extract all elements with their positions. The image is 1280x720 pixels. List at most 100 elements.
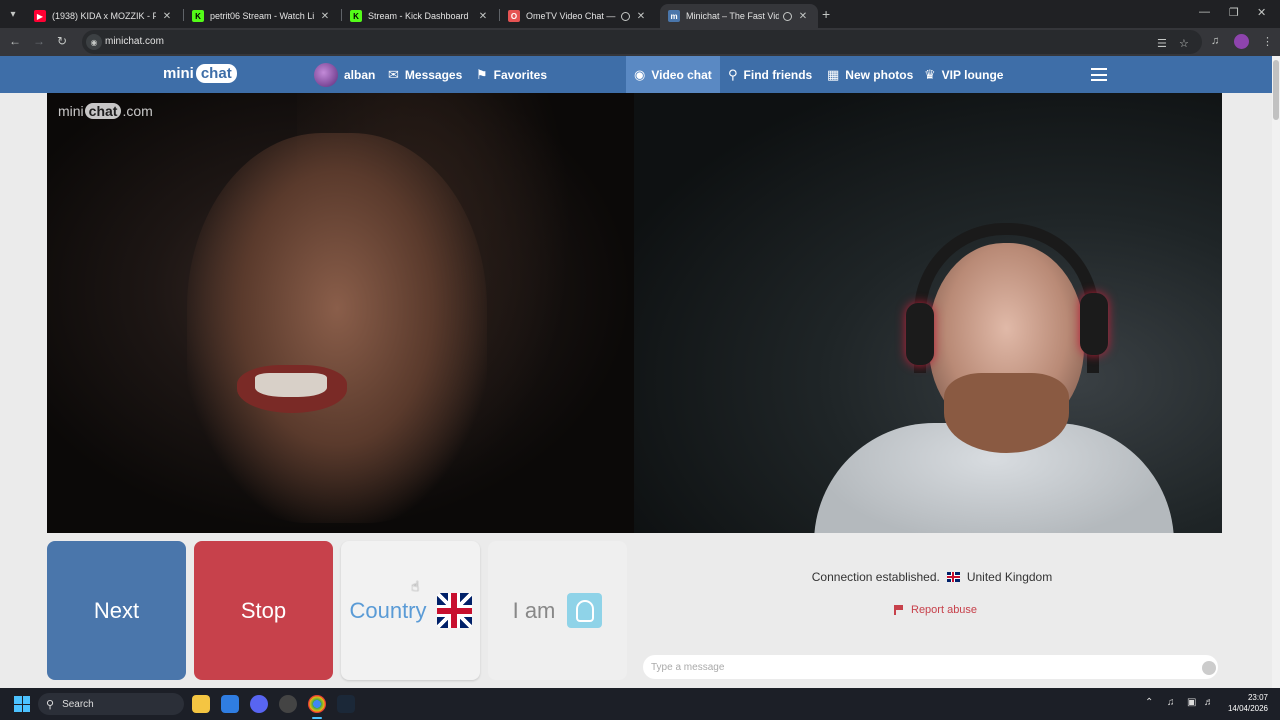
system-clock[interactable]: 23:07 14/04/2026	[1222, 692, 1268, 714]
bookmark-star-icon[interactable]: ☆	[1179, 37, 1189, 50]
country-button[interactable]: Country	[341, 541, 480, 680]
message-input[interactable]	[643, 655, 1218, 679]
menu-dots-icon[interactable]: ⋮	[1262, 35, 1273, 48]
ometv-icon: O	[508, 10, 520, 22]
browser-tab[interactable]: K petrit06 Stream - Watch Live on ✕	[184, 4, 340, 28]
report-abuse-link[interactable]: Report abuse	[894, 604, 977, 616]
steam-icon[interactable]	[337, 695, 355, 713]
close-icon[interactable]: ✕	[318, 11, 332, 22]
logo-text: mini	[163, 65, 194, 82]
volume-icon[interactable]: ♬	[1204, 697, 1214, 708]
partner-video: mini chat .com	[47, 93, 634, 533]
scrollbar-thumb[interactable]	[1273, 60, 1279, 120]
microphone-icon[interactable]: ♫	[1167, 697, 1175, 708]
nav-label: Find friends	[743, 67, 813, 82]
close-icon[interactable]: ✕	[634, 11, 648, 22]
next-button[interactable]: Next	[47, 541, 186, 680]
headset-ear-left	[906, 303, 934, 365]
uk-flag-icon	[946, 572, 960, 582]
forward-icon[interactable]: →	[33, 34, 45, 48]
recording-icon	[621, 11, 630, 21]
envelope-icon: ✉	[388, 66, 399, 82]
minimize-icon[interactable]: —	[1199, 6, 1210, 18]
person-icon	[567, 593, 603, 628]
clock-time: 23:07	[1247, 693, 1268, 702]
search-label: Search	[62, 698, 94, 710]
chrome-icon[interactable]	[308, 695, 326, 719]
nav-favorites[interactable]: ⚑ Favorites	[476, 56, 547, 93]
kick-icon: K	[192, 10, 204, 22]
browser-tab[interactable]: K Stream - Kick Dashboard ✕	[342, 4, 498, 28]
tab-title: OmeTV Video Chat — Ome	[526, 11, 617, 21]
translate-icon[interactable]: ☰	[1157, 37, 1167, 50]
nav-label: New photos	[845, 67, 914, 82]
mouse-cursor-icon: ☝	[411, 578, 420, 594]
self-person	[814, 223, 1174, 533]
network-icon[interactable]: ▣	[1187, 697, 1196, 708]
browser-tab[interactable]: O OmeTV Video Chat — Ome ✕	[500, 4, 656, 28]
minichat-page: mini chat alban ✉ Messages ⚑ Favorites ◉…	[0, 56, 1272, 688]
site-header: mini chat alban ✉ Messages ⚑ Favorites ◉…	[0, 56, 1272, 93]
nav-messages[interactable]: ✉ Messages	[388, 56, 462, 93]
partner-face	[187, 133, 487, 523]
restore-icon[interactable]: ❐	[1229, 6, 1239, 19]
profile-avatar[interactable]	[1234, 34, 1249, 49]
new-tab-icon[interactable]: +	[822, 6, 830, 22]
windows-start-icon[interactable]	[14, 696, 30, 712]
report-label: Report abuse	[911, 604, 978, 616]
tab-search-icon[interactable]: ▾	[4, 5, 22, 23]
tab-title: Stream - Kick Dashboard	[368, 11, 469, 21]
watermark-text: mini	[58, 103, 84, 119]
site-info-icon[interactable]: ◉	[86, 34, 102, 50]
gender-label: I am	[512, 597, 556, 623]
hamburger-menu-icon[interactable]	[1091, 68, 1107, 81]
close-icon[interactable]: ✕	[160, 11, 174, 22]
avatar	[314, 62, 338, 87]
store-icon[interactable]	[221, 695, 239, 713]
chat-panel: Connection established. United Kingdom R…	[634, 533, 1222, 688]
search-icon: ⚲	[46, 698, 55, 711]
media-control-icon[interactable]: ♫	[1211, 35, 1219, 47]
user-profile-link[interactable]: alban	[314, 56, 375, 93]
nav-find-friends[interactable]: ⚲ Find friends	[728, 56, 812, 93]
emoji-icon[interactable]	[1202, 661, 1216, 675]
partner-country: United Kingdom	[966, 570, 1053, 584]
nav-vip-lounge[interactable]: ♛ VIP lounge	[924, 56, 1003, 93]
nav-label: Messages	[404, 67, 463, 82]
tab-title: (1938) KIDA x MOZZIK - PP - Yo	[52, 11, 156, 21]
next-label: Next	[93, 597, 140, 623]
page-scrollbar[interactable]	[1272, 56, 1280, 688]
tray-chevron-icon[interactable]: ⌃	[1145, 697, 1153, 708]
browser-tab[interactable]: ▶ (1938) KIDA x MOZZIK - PP - Yo ✕	[26, 4, 182, 28]
nav-video-chat[interactable]: ◉ Video chat	[626, 56, 720, 93]
file-explorer-icon[interactable]	[192, 695, 210, 713]
discord-icon[interactable]	[250, 695, 268, 713]
address-bar[interactable]: ◉ minichat.com ☰ ☆	[82, 30, 1202, 54]
minichat-watermark: mini chat .com	[58, 103, 153, 119]
close-icon[interactable]: ✕	[796, 11, 810, 22]
reload-icon[interactable]: ↻	[57, 34, 67, 48]
search-icon: ⚲	[728, 66, 738, 82]
tab-title: Minichat – The Fast Video C	[686, 11, 779, 21]
stop-label: Stop	[240, 597, 287, 623]
nav-new-photos[interactable]: ▦ New photos	[827, 56, 913, 93]
minichat-icon: m	[668, 10, 680, 22]
flag-icon	[894, 605, 903, 615]
app-icon[interactable]	[279, 695, 297, 713]
close-icon[interactable]: ✕	[476, 11, 490, 22]
taskbar-search[interactable]: ⚲ Search	[38, 693, 184, 715]
tab-title: petrit06 Stream - Watch Live on	[210, 11, 314, 21]
country-label: Country	[349, 597, 427, 623]
close-window-icon[interactable]: ✕	[1257, 6, 1266, 19]
chat-bubble-icon: ◉	[634, 66, 646, 82]
self-video	[634, 93, 1222, 533]
browser-tab-active[interactable]: m Minichat – The Fast Video C ✕	[660, 4, 818, 28]
gender-button[interactable]: I am	[488, 541, 627, 680]
url-text: minichat.com	[105, 36, 164, 47]
recording-icon	[783, 11, 792, 21]
browser-toolbar: ← → ↻ ◉ minichat.com ☰ ☆ ♫ ⋮	[0, 28, 1280, 56]
back-icon[interactable]: ←	[9, 34, 21, 48]
status-text: Connection established.	[811, 570, 940, 584]
minichat-logo[interactable]: mini chat	[163, 64, 237, 83]
stop-button[interactable]: Stop	[194, 541, 333, 680]
